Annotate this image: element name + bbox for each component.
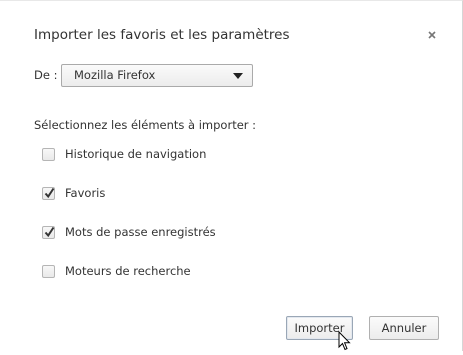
favorites-checkbox[interactable] bbox=[42, 187, 55, 200]
chevron-down-icon bbox=[233, 73, 243, 79]
import-prompt: Sélectionnez les éléments à importer : bbox=[34, 118, 257, 132]
checkmark-icon bbox=[44, 226, 55, 238]
import-dialog: Importer les favoris et les paramètres D… bbox=[0, 0, 463, 351]
checkmark-icon bbox=[44, 187, 55, 199]
dialog-title: Importer les favoris et les paramètres bbox=[34, 27, 290, 43]
browser-select[interactable]: Mozilla Firefox bbox=[61, 64, 253, 87]
cancel-button[interactable]: Annuler bbox=[369, 316, 439, 340]
mouse-cursor-icon bbox=[338, 330, 352, 355]
search-engines-checkbox[interactable] bbox=[42, 265, 55, 278]
passwords-label: Mots de passe enregistrés bbox=[65, 225, 216, 239]
browser-select-value: Mozilla Firefox bbox=[74, 68, 156, 82]
passwords-checkbox[interactable] bbox=[42, 226, 55, 239]
close-icon[interactable] bbox=[425, 27, 439, 41]
source-label: De : bbox=[34, 68, 58, 82]
favorites-label: Favoris bbox=[65, 186, 106, 200]
history-checkbox[interactable] bbox=[42, 148, 55, 161]
search-engines-label: Moteurs de recherche bbox=[65, 264, 191, 278]
history-label: Historique de navigation bbox=[65, 147, 207, 161]
